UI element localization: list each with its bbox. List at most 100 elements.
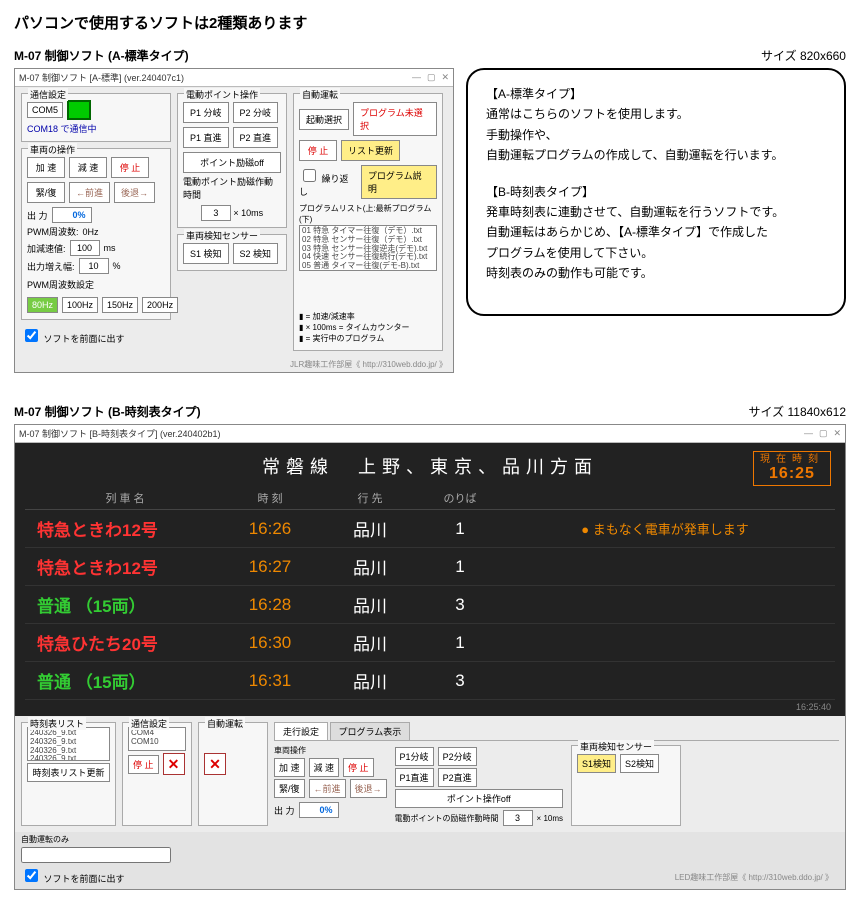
outinc-unit: %: [113, 261, 121, 271]
btn-kidosel[interactable]: 起動選択: [299, 109, 349, 130]
btn-s2[interactable]: S2 検知: [233, 243, 279, 264]
btn2-kiritae[interactable]: 緊/復: [274, 779, 305, 798]
btn2-kasoku[interactable]: 加 速: [274, 758, 305, 777]
footer-note-a: JLR趣味工作部屋《 http://310web.ddo.jp/ 》: [15, 357, 453, 372]
btn-kiritae[interactable]: 緊/復: [27, 182, 65, 203]
clock-value: 16:25: [760, 465, 824, 483]
grp-sharyo-label: 車両の操作: [28, 143, 77, 156]
btn-prg-nosel[interactable]: プログラム未選択: [353, 102, 437, 136]
pwm-value: 0Hz: [83, 227, 99, 237]
pwm-opt-1[interactable]: 100Hz: [62, 297, 98, 313]
tab-prg[interactable]: プログラム表示: [330, 722, 411, 740]
btn2-gensoku[interactable]: 減 速: [309, 758, 340, 777]
soft-a-window: M-07 制御ソフト [A-標準] (ver.240407c1) — ▢ ✕ 通…: [14, 68, 454, 373]
btn-stop3[interactable]: 停 止: [128, 755, 159, 774]
train-name: 特急ときわ12号: [25, 516, 225, 541]
list-item[interactable]: 240326_9.txt: [30, 755, 107, 761]
btn-teishi[interactable]: 停 止: [111, 157, 149, 178]
grp-sensor-b: 車両検知センサー S1検知 S2検知: [571, 745, 681, 826]
col-name: 列 車 名: [25, 490, 225, 506]
btn-p2t[interactable]: P2 直進: [233, 127, 279, 148]
close-icon[interactable]: ✕: [833, 428, 841, 439]
pt2-val[interactable]: 3: [503, 810, 533, 826]
out-value-b: 0%: [299, 802, 339, 818]
btn2-newbk[interactable]: ←前進: [309, 779, 346, 798]
com-status: COM18 で通信中: [27, 122, 165, 135]
section-b-title: M-07 制御ソフト (B-時刻表タイプ): [14, 403, 201, 420]
kasoku-val[interactable]: 100: [70, 240, 100, 256]
close-icon[interactable]: ✕: [441, 72, 449, 83]
train-dest: 品川: [315, 668, 425, 693]
speech-b-l3: プログラムを使用して下さい。: [486, 243, 826, 263]
train-time: 16:26: [225, 519, 315, 539]
btn-gensoku[interactable]: 減 速: [69, 157, 107, 178]
btn-p2b-b[interactable]: P2分岐: [438, 747, 477, 766]
auto-x-icon[interactable]: ✕: [204, 753, 226, 775]
chk-repeat[interactable]: 繰り返し: [299, 166, 357, 198]
chk-front-b[interactable]: ソフトを前面に出す: [21, 874, 125, 884]
conn-x-icon[interactable]: ✕: [163, 753, 185, 775]
btn-pointtmo-b[interactable]: ポイント操作off: [395, 789, 563, 808]
btn-newbk[interactable]: ←前進: [69, 182, 110, 203]
btn-p2b[interactable]: P2 分岐: [233, 102, 279, 123]
section-a-title: M-07 制御ソフト (A-標準タイプ): [14, 47, 189, 64]
pwm-opt-2[interactable]: 150Hz: [102, 297, 138, 313]
maximize-icon[interactable]: ▢: [427, 72, 436, 83]
train-dest: 品川: [315, 516, 425, 541]
tab-run[interactable]: 走行設定: [274, 722, 328, 740]
clock-label: 現在時刻: [760, 454, 824, 465]
status-led-icon: [67, 100, 91, 120]
speech-a-l1: 通常はこちらのソフトを使用します。: [486, 104, 826, 124]
train-dest: 品川: [315, 630, 425, 655]
maximize-icon[interactable]: ▢: [819, 428, 828, 439]
window-title-b: M-07 制御ソフト [B-時刻表タイプ] (ver.240402b1): [19, 427, 221, 440]
btn-p2t-b[interactable]: P2直進: [438, 768, 477, 787]
btn-kasoku[interactable]: 加 速: [27, 157, 65, 178]
section-b-size: サイズ 11840x612: [749, 403, 846, 420]
btn-p1b-b[interactable]: P1分岐: [395, 747, 434, 766]
pwm-opt-0[interactable]: 80Hz: [27, 297, 58, 313]
train-time: 16:28: [225, 595, 315, 615]
train-track: 3: [425, 595, 495, 615]
btn-stop2[interactable]: 停 止: [299, 140, 337, 161]
com-list[interactable]: COM4 COM10: [128, 727, 186, 751]
btn2-teishi[interactable]: 停 止: [343, 758, 374, 777]
btn-prgexp[interactable]: プログラム説明: [361, 165, 437, 199]
kasoku-unit: ms: [104, 243, 116, 253]
train-track: 1: [425, 633, 495, 653]
speech-a-l2: 手動操作や、: [486, 125, 826, 145]
btn-tlistupd[interactable]: 時刻表リスト更新: [27, 763, 110, 782]
chk-front-b-box[interactable]: [25, 869, 38, 882]
btn-s2-b[interactable]: S2検知: [620, 754, 659, 773]
speech-b-l1: 発車時刻表に連動させて、自動運転を行うソフトです。: [486, 202, 826, 222]
list-item[interactable]: COM10: [131, 738, 183, 747]
clock-box: 現在時刻 16:25: [753, 451, 831, 486]
outinc-val[interactable]: 10: [79, 258, 109, 274]
btn-s1[interactable]: S1 検知: [183, 243, 229, 264]
grp-tsushin-b: 通信設定 COM4 COM10 停 止 ✕: [122, 722, 192, 826]
pwm-opt-3[interactable]: 200Hz: [142, 297, 178, 313]
btn-p1t-b[interactable]: P1直進: [395, 768, 434, 787]
btn-listupd[interactable]: リスト更新: [341, 140, 400, 161]
btn-newfw[interactable]: 後退→: [114, 182, 155, 203]
prog-title: プログラムリスト(上:最新プログラム(下): [299, 203, 437, 225]
out-value: 0%: [52, 207, 92, 223]
autofile-input[interactable]: [21, 847, 171, 863]
window-controls: — ▢ ✕: [412, 72, 449, 83]
chk-front[interactable]: ソフトを前面に出す: [21, 326, 171, 345]
outinc-label: 出力増え幅:: [27, 260, 75, 273]
prog-list[interactable]: 01 特急 タイマー往復（デモ）.txt 02 特急 センサー往復（デモ）.tx…: [299, 225, 437, 271]
btn-pointtmo[interactable]: ポイント励磁off: [183, 152, 281, 173]
btn-s1-b[interactable]: S1検知: [577, 754, 616, 773]
btn2-newfw[interactable]: 後退→: [350, 779, 387, 798]
minimize-icon[interactable]: —: [412, 72, 421, 83]
btn-p1b[interactable]: P1 分岐: [183, 102, 229, 123]
grp-tsushin-b-label: 通信設定: [129, 717, 169, 730]
minimize-icon[interactable]: —: [804, 428, 813, 439]
btn-p1t[interactable]: P1 直進: [183, 127, 229, 148]
com-port-select[interactable]: COM5: [27, 102, 63, 118]
chk-front-box[interactable]: [25, 329, 38, 342]
point-time-val[interactable]: 3: [201, 205, 231, 221]
chk-repeat-box[interactable]: [303, 169, 316, 182]
timetable-list[interactable]: 240326_9.txt 240326_9.txt 240326_9.txt 2…: [27, 727, 110, 761]
